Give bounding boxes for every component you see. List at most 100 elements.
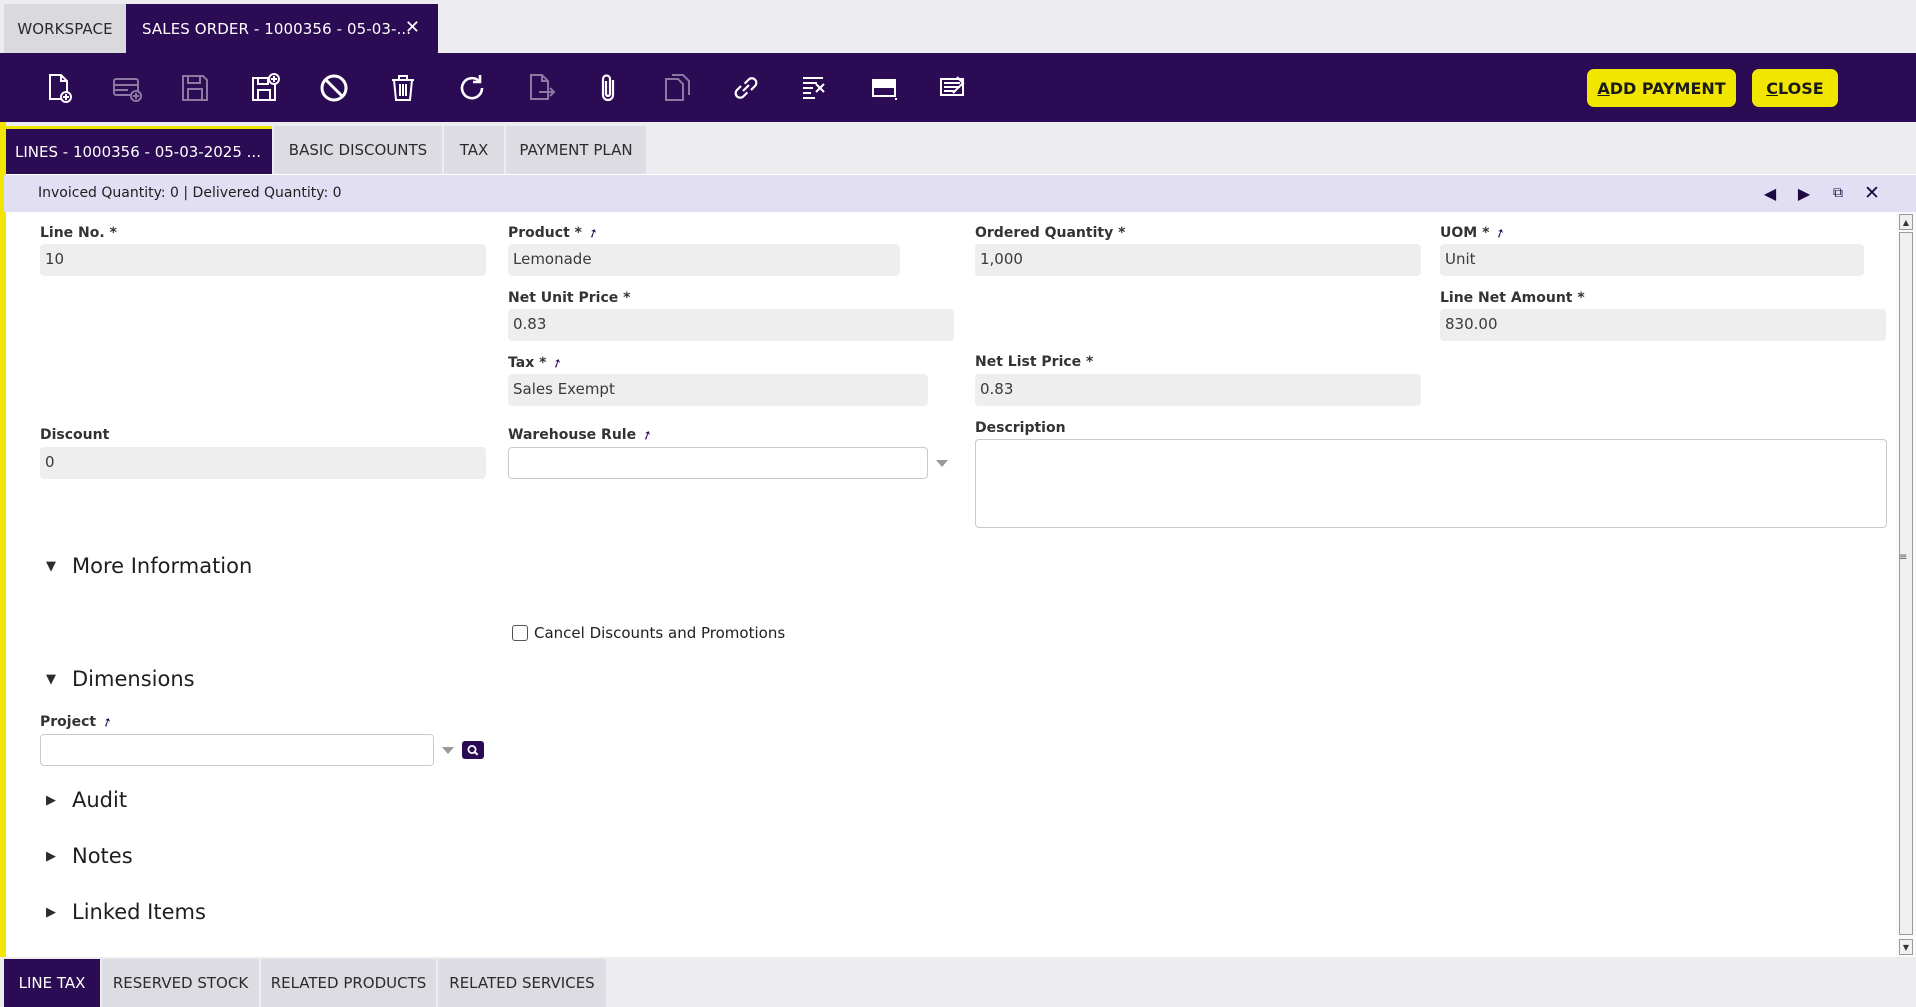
net-unit-price-label: Net Unit Price * [508, 290, 631, 306]
project-link-icon[interactable]: ➚ [100, 714, 115, 731]
section-more-information[interactable]: ▼ More Information [46, 554, 252, 578]
maximize-icon[interactable]: ⧉ [1826, 181, 1850, 205]
save-and-close-icon[interactable] [245, 68, 285, 108]
close-button[interactable]: C LOSE [1752, 69, 1838, 107]
scroll-down-icon[interactable]: ▼ [1899, 939, 1913, 955]
warehouse-rule-label: Warehouse Rule ➚ [508, 427, 655, 444]
project-label: Project ➚ [40, 714, 115, 731]
scrollbar-thumb[interactable] [1899, 232, 1913, 935]
uom-field[interactable]: Unit [1440, 244, 1864, 276]
cancel-discounts-checkbox[interactable] [512, 625, 528, 641]
caret-right-icon: ▶ [46, 848, 56, 864]
delete-icon[interactable] [383, 68, 423, 108]
tax-label-text: Tax * [508, 355, 547, 371]
new-row-icon[interactable] [107, 68, 147, 108]
caret-down-icon: ▼ [46, 671, 56, 687]
search-icon [467, 745, 479, 756]
section-more-information-title: More Information [72, 554, 253, 578]
toolbar: A DD PAYMENT C LOSE [0, 53, 1916, 122]
tab-tax[interactable]: TAX [444, 126, 504, 174]
project-label-text: Project [40, 714, 97, 730]
tab-related-services[interactable]: RELATED SERVICES [438, 959, 606, 1007]
close-tab-icon[interactable]: ✕ [405, 18, 420, 38]
warehouse-rule-select[interactable] [508, 447, 928, 479]
next-record-icon[interactable]: ▶ [1792, 181, 1816, 205]
project-dropdown-icon[interactable] [442, 747, 454, 754]
previous-record-icon[interactable]: ◀ [1758, 181, 1782, 205]
line-net-amount-field[interactable]: 830.00 [1440, 309, 1886, 341]
line-no-field[interactable]: 10 [40, 244, 486, 276]
section-linked-items[interactable]: ▶ Linked Items [46, 900, 206, 924]
export-icon[interactable] [521, 68, 561, 108]
link-icon[interactable] [726, 68, 766, 108]
tab-sales-order[interactable]: SALES ORDER - 1000356 - 05-03-... ✕ [126, 4, 438, 53]
uom-label-text: UOM * [1440, 225, 1490, 241]
copy-record-icon[interactable] [657, 68, 697, 108]
section-audit[interactable]: ▶ Audit [46, 788, 127, 812]
new-document-icon[interactable] [38, 68, 78, 108]
tab-lines[interactable]: LINES - 1000356 - 05-03-2025 ... [4, 126, 272, 174]
caret-down-icon: ▼ [46, 558, 56, 574]
filter-icon[interactable] [795, 68, 835, 108]
section-linked-items-title: Linked Items [72, 900, 206, 924]
undo-icon[interactable] [314, 68, 354, 108]
tax-link-icon[interactable]: ➚ [550, 355, 565, 372]
section-notes[interactable]: ▶ Notes [46, 844, 133, 868]
info-bar-text: Invoiced Quantity: 0 | Delivered Quantit… [38, 185, 342, 201]
tab-line-tax[interactable]: LINE TAX [4, 959, 100, 1007]
project-select[interactable] [40, 734, 434, 766]
discount-field[interactable]: 0 [40, 447, 486, 479]
product-label-text: Product * [508, 225, 582, 241]
tab-related-products[interactable]: RELATED PRODUCTS [261, 959, 436, 1007]
line-form: Line No. * 10 Product * ➚ Lemonade Ordere… [6, 212, 1896, 957]
close-form-icon[interactable]: ✕ [1860, 181, 1884, 205]
scrollbar-grip-icon: ≡ [1899, 552, 1908, 563]
tab-reserved-stock[interactable]: RESERVED STOCK [102, 959, 259, 1007]
description-textarea[interactable] [975, 439, 1887, 528]
warehouse-rule-link-icon[interactable]: ➚ [640, 427, 655, 444]
net-unit-price-field[interactable]: 0.83 [508, 309, 954, 341]
description-label: Description [975, 420, 1066, 436]
product-field[interactable]: Lemonade [508, 244, 900, 276]
section-audit-title: Audit [72, 788, 128, 812]
tab-basic-discounts[interactable]: BASIC DISCOUNTS [274, 126, 442, 174]
grid-view-icon[interactable] [864, 68, 904, 108]
section-dimensions[interactable]: ▼ Dimensions [46, 667, 195, 691]
cancel-discounts-label: Cancel Discounts and Promotions [534, 624, 786, 642]
line-no-label: Line No. * [40, 225, 117, 241]
tab-workspace[interactable]: WORKSPACE [4, 4, 126, 53]
net-list-price-field[interactable]: 0.83 [975, 374, 1421, 406]
info-bar: Invoiced Quantity: 0 | Delivered Quantit… [4, 175, 1916, 212]
window-tab-strip: WORKSPACE SALES ORDER - 1000356 - 05-03-… [0, 0, 1916, 53]
discount-label: Discount [40, 427, 110, 443]
warehouse-rule-dropdown-icon[interactable] [936, 460, 948, 467]
notes-icon[interactable] [932, 68, 972, 108]
form-scrollbar[interactable]: ▲ ≡ ▼ [1896, 212, 1916, 957]
save-icon[interactable] [175, 68, 215, 108]
product-link-icon[interactable]: ➚ [585, 225, 600, 242]
tab-sales-order-label: SALES ORDER - 1000356 - 05-03-... [142, 19, 412, 38]
add-payment-label: DD PAYMENT [1609, 78, 1726, 98]
tab-payment-plan[interactable]: PAYMENT PLAN [506, 126, 646, 174]
cancel-discounts-row: Cancel Discounts and Promotions [512, 624, 785, 642]
ordered-quantity-field[interactable]: 1,000 [975, 244, 1421, 276]
tax-field[interactable]: Sales Exempt [508, 374, 928, 406]
bottom-tab-strip: LINE TAX RESERVED STOCK RELATED PRODUCTS… [0, 957, 1916, 1007]
line-net-amount-label: Line Net Amount * [1440, 290, 1585, 306]
caret-right-icon: ▶ [46, 904, 56, 920]
tax-label: Tax * ➚ [508, 355, 565, 372]
caret-right-icon: ▶ [46, 792, 56, 808]
warehouse-rule-label-text: Warehouse Rule [508, 427, 637, 443]
net-list-price-label: Net List Price * [975, 354, 1094, 370]
attachment-icon[interactable] [589, 68, 629, 108]
product-label: Product * ➚ [508, 225, 601, 242]
section-dimensions-title: Dimensions [72, 667, 195, 691]
close-mnemonic: C [1766, 78, 1779, 98]
refresh-icon[interactable] [452, 68, 492, 108]
uom-link-icon[interactable]: ➚ [1493, 225, 1508, 242]
add-payment-button[interactable]: A DD PAYMENT [1587, 69, 1736, 107]
uom-label: UOM * ➚ [1440, 225, 1508, 242]
scroll-up-icon[interactable]: ▲ [1899, 214, 1913, 230]
project-search-button[interactable] [462, 741, 484, 759]
ordered-quantity-label: Ordered Quantity * [975, 225, 1126, 241]
